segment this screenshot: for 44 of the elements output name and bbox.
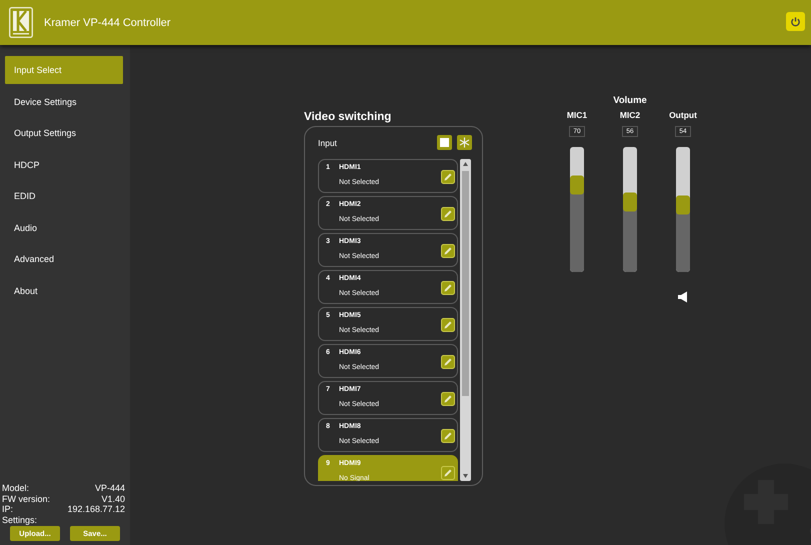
info-value: VP-444: [94, 483, 125, 494]
pencil-icon[interactable]: [441, 392, 455, 406]
pencil-icon[interactable]: [441, 170, 455, 184]
pencil-icon[interactable]: [441, 355, 455, 369]
power-icon: [790, 16, 801, 26]
volume-slider[interactable]: [623, 147, 637, 272]
input-label: Input: [318, 138, 338, 148]
nav-item[interactable]: HDCP: [5, 150, 123, 178]
info-label: FW version:: [2, 494, 50, 504]
pencil-icon[interactable]: [441, 244, 455, 258]
nav-item[interactable]: Output Settings: [5, 119, 123, 147]
volume-title: Volume: [613, 95, 647, 106]
speaker-icon[interactable]: [677, 291, 689, 303]
slider-thumb[interactable]: [623, 192, 637, 212]
info-label: IP:: [2, 504, 14, 514]
scroll-up-icon[interactable]: [463, 162, 468, 166]
info-value: V1.40: [101, 494, 125, 504]
info-value: 192.168.77.12: [67, 504, 125, 514]
power-button[interactable]: [786, 12, 805, 30]
pencil-icon[interactable]: [441, 281, 455, 295]
nav-item[interactable]: About: [5, 276, 123, 304]
section-title: Video switching: [304, 111, 392, 123]
asterisk-button[interactable]: [457, 135, 472, 150]
slider-thumb[interactable]: [676, 195, 690, 214]
nav-item[interactable]: EDID: [5, 182, 123, 210]
pencil-icon[interactable]: [441, 318, 455, 332]
scroll-down-icon[interactable]: [463, 474, 468, 478]
info-label: Model:: [2, 483, 30, 494]
channel-label: MIC1: [566, 110, 588, 122]
channel-label: MIC2: [620, 110, 640, 122]
app-title: Kramer VP-444 Controller: [44, 16, 172, 28]
logo-icon: [9, 7, 33, 38]
scrollbar[interactable]: [460, 159, 471, 481]
square-button[interactable]: [437, 135, 452, 150]
nav-item[interactable]: Audio: [5, 214, 123, 242]
nav-item[interactable]: Device Settings: [5, 88, 123, 116]
settings-label: Settings:: [2, 514, 38, 525]
nav-item[interactable]: Advanced: [5, 245, 123, 273]
volume-slider[interactable]: [570, 147, 584, 272]
pencil-icon[interactable]: [441, 207, 455, 221]
slider-thumb[interactable]: [570, 175, 584, 194]
volume-slider[interactable]: [676, 147, 690, 272]
pencil-icon[interactable]: [441, 429, 455, 443]
channel-label: Output: [669, 110, 697, 122]
